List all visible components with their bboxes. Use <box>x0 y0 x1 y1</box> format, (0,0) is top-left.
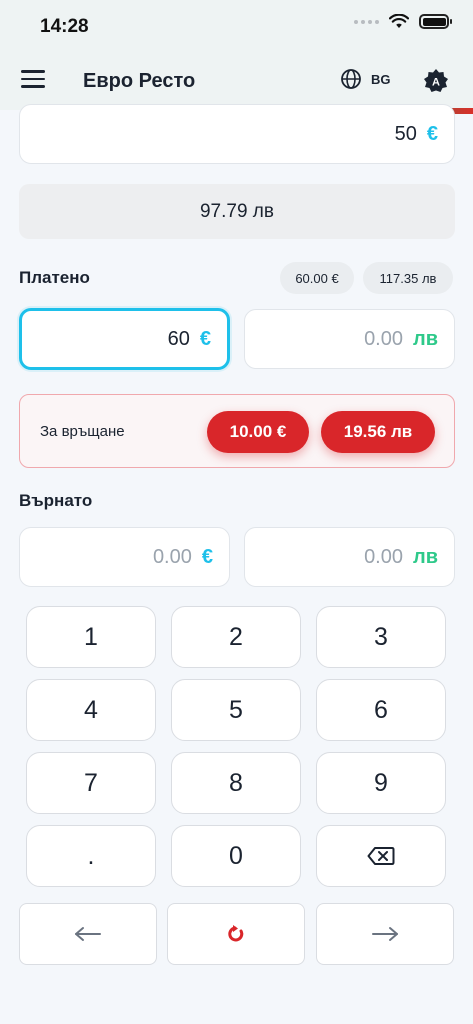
paid-label: Платено <box>19 268 90 287</box>
price-input[interactable]: 50 € <box>19 104 455 164</box>
key-8[interactable]: 8 <box>171 752 301 814</box>
reset-icon <box>228 925 244 942</box>
wifi-icon <box>389 14 409 28</box>
backspace-icon <box>367 847 395 865</box>
paid-chip-bgn[interactable]: 117.35 лв <box>363 262 453 294</box>
key-1[interactable]: 1 <box>26 606 156 668</box>
key-5[interactable]: 5 <box>171 679 301 741</box>
change-due-bgn[interactable]: 19.56 лв <box>321 411 435 453</box>
arrow-right-icon <box>372 927 398 941</box>
next-button[interactable] <box>316 903 454 965</box>
key-decimal[interactable]: . <box>26 825 156 887</box>
key-0[interactable]: 0 <box>171 825 301 887</box>
change-due-card: За връщане 10.00 € 19.56 лв <box>19 394 455 468</box>
price-currency: € <box>426 122 438 145</box>
key-6[interactable]: 6 <box>316 679 446 741</box>
key-7[interactable]: 7 <box>26 752 156 814</box>
status-time: 14:28 <box>40 16 89 37</box>
converted-price: 97.79 лв <box>19 184 455 239</box>
returned-label: Върнато <box>19 491 93 510</box>
returned-eur-currency: € <box>201 545 213 568</box>
battery-icon <box>419 14 452 29</box>
status-icons <box>354 14 452 29</box>
paid-eur-currency: € <box>199 327 211 350</box>
app-header: Евро Ресто BG A <box>0 52 473 110</box>
returned-bgn-currency: лв <box>413 545 438 568</box>
paid-bgn-currency: лв <box>413 327 438 350</box>
paid-bgn-input[interactable]: 0.00 лв <box>244 309 455 369</box>
key-4[interactable]: 4 <box>26 679 156 741</box>
language-button[interactable]: BG <box>340 68 391 90</box>
paid-bgn-value: 0.00 <box>364 327 403 350</box>
key-9[interactable]: 9 <box>316 752 446 814</box>
language-label: BG <box>371 71 391 87</box>
app-title: Евро Ресто <box>83 70 196 92</box>
price-value: 50 <box>394 122 417 145</box>
arrow-left-icon <box>75 927 101 941</box>
change-due-label: За връщане <box>40 423 125 440</box>
key-3[interactable]: 3 <box>316 606 446 668</box>
prev-button[interactable] <box>19 903 157 965</box>
paid-eur-input[interactable]: 60 € <box>19 308 230 370</box>
key-2[interactable]: 2 <box>171 606 301 668</box>
returned-eur-input[interactable]: 0.00 € <box>19 527 230 587</box>
change-due-eur[interactable]: 10.00 € <box>207 411 309 453</box>
status-bar: 14:28 <box>0 0 473 52</box>
reset-button[interactable] <box>167 903 305 965</box>
auto-theme-icon[interactable]: A <box>423 68 449 94</box>
paid-chip-eur[interactable]: 60.00 € <box>280 262 354 294</box>
svg-text:A: A <box>432 77 440 89</box>
cellular-signal-icon <box>354 19 379 24</box>
hamburger-icon[interactable] <box>21 70 45 90</box>
paid-eur-value: 60 <box>167 327 190 350</box>
globe-icon <box>341 69 361 89</box>
returned-eur-value: 0.00 <box>152 545 192 568</box>
returned-bgn-input[interactable]: 0.00 лв <box>244 527 455 587</box>
returned-bgn-value: 0.00 <box>364 545 403 568</box>
backspace-button[interactable] <box>316 825 446 887</box>
